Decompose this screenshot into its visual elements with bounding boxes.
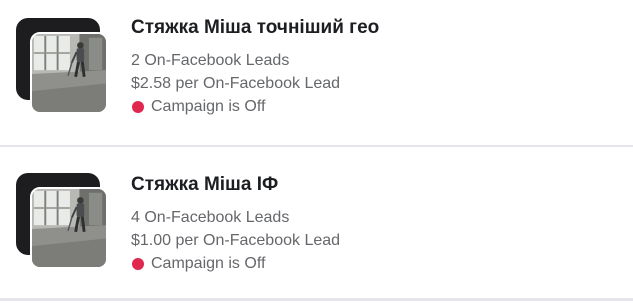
- campaign-status: Campaign is Off: [131, 252, 621, 275]
- construction-worker-photo-icon: [30, 187, 108, 269]
- construction-worker-photo-icon: [30, 32, 108, 114]
- leads-count: 4 On-Facebook Leads: [131, 209, 290, 226]
- status-dot-icon: [132, 100, 144, 113]
- campaign-name[interactable]: Стяжка Міша ІФ: [131, 171, 621, 199]
- cost-per-lead: $2.58 per On-Facebook Lead: [131, 75, 341, 92]
- campaign-row[interactable]: Стяжка Міша ІФ 4 On-Facebook Leads $1.00…: [0, 151, 633, 301]
- campaign-row[interactable]: Стяжка Міша точніший гео 2 On-Facebook L…: [0, 0, 633, 150]
- status-dot-icon: [132, 257, 144, 270]
- campaign-info: Стяжка Міша точніший гео 2 On-Facebook L…: [131, 14, 621, 118]
- ad-thumbnail[interactable]: [16, 18, 108, 116]
- leads-count: 2 On-Facebook Leads: [131, 52, 290, 69]
- cost-per-lead: $1.00 per On-Facebook Lead: [131, 232, 341, 249]
- status-text: Campaign is Off: [151, 98, 266, 115]
- campaign-name[interactable]: Стяжка Міша точніший гео: [131, 14, 621, 42]
- status-text: Campaign is Off: [151, 255, 266, 272]
- campaign-status: Campaign is Off: [131, 95, 621, 118]
- divider: [0, 298, 633, 301]
- campaign-list: Стяжка Міша точніший гео 2 On-Facebook L…: [0, 0, 633, 303]
- campaign-info: Стяжка Міша ІФ 4 On-Facebook Leads $1.00…: [131, 171, 621, 275]
- divider: [0, 145, 633, 147]
- ad-thumbnail[interactable]: [16, 173, 108, 271]
